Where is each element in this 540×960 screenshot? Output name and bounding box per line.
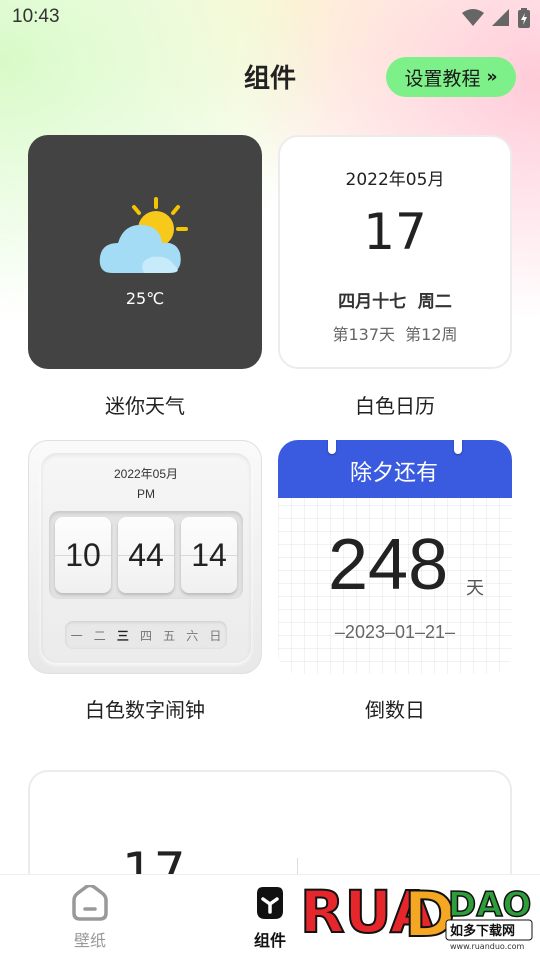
calendar-ring-icon xyxy=(328,440,336,454)
nav-label-wallpaper: 壁纸 xyxy=(73,931,106,950)
mini-weather-widget[interactable]: 25℃ xyxy=(28,135,262,369)
svg-text:www.ruanduo.com: www.ruanduo.com xyxy=(450,942,525,951)
countdown-unit: 天 xyxy=(466,578,484,599)
calendar-lunar-weekday: 四月十七 周二 xyxy=(338,292,452,312)
white-digital-clock-widget[interactable]: 2022年05月 PM 10 44 14 一 二 三 四 五 六 日 xyxy=(28,440,262,674)
calendar-day: 17 xyxy=(363,203,427,261)
clock-second: 14 xyxy=(181,517,237,593)
clock-hour: 10 xyxy=(55,517,111,593)
svg-text:如多下载网: 如多下载网 xyxy=(450,923,515,939)
white-digital-clock-label: 白色数字闹钟 xyxy=(85,698,205,722)
wallpaper-home-icon xyxy=(72,885,108,921)
setup-tutorial-label: 设置教程 xyxy=(404,67,481,90)
countdown-widget[interactable]: 除夕还有 248 天 –2023–01–21– xyxy=(278,440,512,674)
clock-date: 2022年05月 xyxy=(113,467,179,481)
calendar-stats: 第137天 第12周 xyxy=(332,325,458,344)
setup-tutorial-button[interactable]: 设置教程 » xyxy=(386,57,516,97)
weekday-item: 五 xyxy=(163,628,176,643)
wifi-icon xyxy=(462,9,484,26)
nav-item-wallpaper[interactable]: 壁纸 xyxy=(50,885,130,951)
widgets-icon xyxy=(257,887,283,919)
nav-label-widgets: 组件 xyxy=(253,931,286,950)
weekday-item: 日 xyxy=(209,628,222,643)
weekday-item: 一 xyxy=(70,628,83,643)
weekday-item: 二 xyxy=(93,628,106,643)
mini-weather-label: 迷你天气 xyxy=(105,394,185,418)
double-chevron-right-icon: » xyxy=(486,67,498,87)
countdown-label: 倒数日 xyxy=(365,698,425,722)
clock-weekdays: 一 二 三 四 五 六 日 xyxy=(65,621,227,649)
calendar-ring-icon xyxy=(454,440,462,454)
status-icons xyxy=(462,8,530,28)
weekday-item-active: 三 xyxy=(116,628,129,643)
countdown-target-date: –2023–01–21– xyxy=(334,622,456,642)
partly-cloudy-icon xyxy=(99,197,188,273)
status-bar: 10:43 xyxy=(0,0,540,36)
weekday-item: 四 xyxy=(139,628,152,643)
clock-minute: 44 xyxy=(118,517,174,593)
calendar-year-month: 2022年05月 xyxy=(345,170,445,190)
weather-temperature: 25℃ xyxy=(125,289,165,308)
signal-icon xyxy=(492,9,509,26)
status-time: 10:43 xyxy=(12,6,60,27)
ruanduo-watermark-logo: RUA D DAO 如多下载网 www.ruanduo.com xyxy=(299,868,536,952)
countdown-days: 248 xyxy=(328,525,449,605)
weekday-item: 六 xyxy=(186,628,199,643)
white-calendar-widget[interactable]: 2022年05月 17 四月十七 周二 第137天 第12周 xyxy=(278,135,512,369)
clock-digits: 10 44 14 xyxy=(49,511,243,599)
clock-ampm: PM xyxy=(137,487,155,501)
countdown-header: 除夕还有 xyxy=(278,440,512,498)
countdown-title: 除夕还有 xyxy=(350,461,439,486)
nav-item-widgets[interactable]: 组件 xyxy=(230,885,310,951)
white-calendar-label: 白色日历 xyxy=(355,394,435,418)
battery-charging-icon xyxy=(518,8,530,28)
svg-text:DAO: DAO xyxy=(448,885,531,925)
